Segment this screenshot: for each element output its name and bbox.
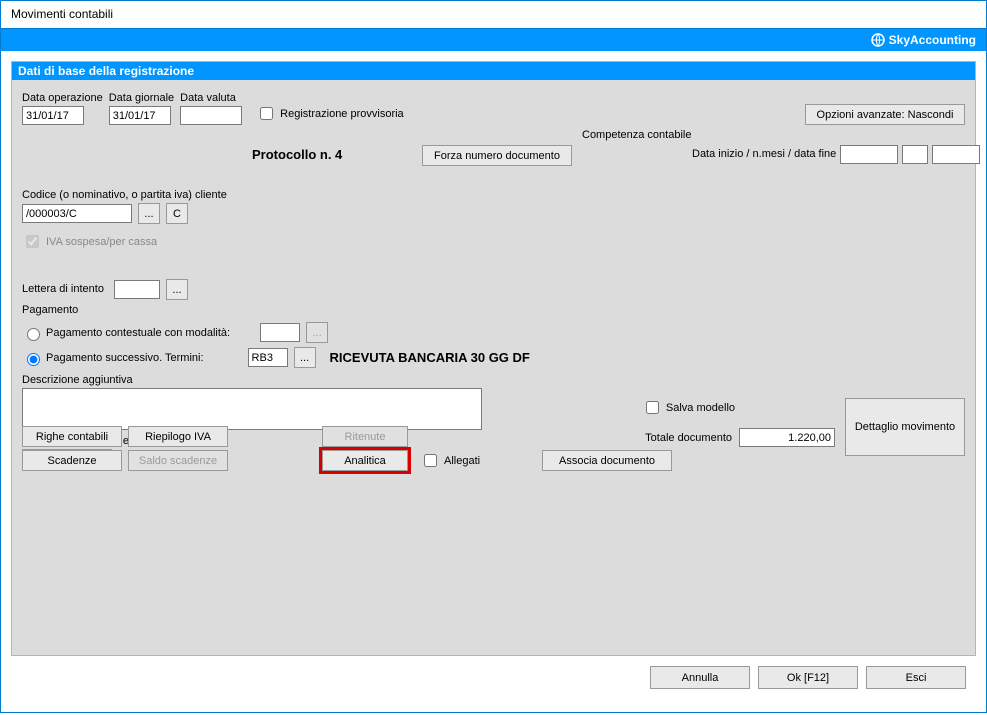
competenza-fine-input[interactable] [932,145,980,164]
allegati-checkbox[interactable] [424,454,437,467]
iva-sospesa-checkbox [26,235,39,248]
window-titlebar: Movimenti contabili [1,1,986,29]
lettera-intento-label: Lettera di intento [22,283,102,295]
opzioni-avanzate-button[interactable]: Opzioni avanzate: Nascondi [805,104,965,125]
ritenute-button: Ritenute [322,426,408,447]
pagamento-contestuale-radio[interactable] [27,328,40,341]
allegati-label: Allegati [444,455,480,467]
data-giornale-label: Data giornale [109,92,174,104]
scadenze-button[interactable]: Scadenze [22,450,122,471]
pagamento-successivo-label: Pagamento successivo. Termini: [46,352,204,364]
competenza-label: Data inizio / n.mesi / data fine [692,148,836,160]
esci-button[interactable]: Esci [866,666,966,689]
pagamento-successivo-desc: RICEVUTA BANCARIA 30 GG DF [330,350,530,365]
forza-documento-button[interactable]: Forza numero documento [422,145,572,166]
lettera-intento-browse-button[interactable]: ... [166,279,188,300]
competenza-mesi-input[interactable] [902,145,928,164]
brand-name: SkyAccounting [889,33,976,47]
associa-documento-button[interactable]: Associa documento [542,450,672,471]
righe-contabili-button[interactable]: Righe contabili [22,426,122,447]
pagamento-contestuale-input [260,323,300,342]
data-operazione-input[interactable] [22,106,84,125]
pagamento-contestuale-label: Pagamento contestuale con modalità: [46,327,230,339]
annulla-button[interactable]: Annulla [650,666,750,689]
lettera-intento-input[interactable] [114,280,160,299]
pagamento-successivo-browse-button[interactable]: ... [294,347,316,368]
window-title: Movimenti contabili [11,7,113,21]
salva-modello-checkbox[interactable] [646,401,659,414]
registrazione-provvisoria-label: Registrazione provvisoria [280,108,404,120]
analitica-button[interactable]: Analitica [322,450,408,471]
descrizione-label: Descrizione aggiuntiva [22,374,965,386]
protocollo-label: Protocollo n. 4 [252,147,342,162]
pagamento-successivo-radio-wrap[interactable]: Pagamento successivo. Termini: [22,350,204,366]
saldo-scadenze-button: Saldo scadenze [128,450,228,471]
competenza-header: Competenza contabile [582,129,691,141]
totale-label: Totale documento [645,432,732,444]
totale-input[interactable] [739,428,835,447]
riepilogo-iva-button[interactable]: Riepilogo IVA [128,426,228,447]
salva-modello-label: Salva modello [666,402,735,414]
pagamento-successivo-radio[interactable] [27,353,40,366]
pagamento-contestuale-radio-wrap[interactable]: Pagamento contestuale con modalità: [22,325,230,341]
pagamento-successivo-input[interactable] [248,348,288,367]
brand-bar: SkyAccounting [1,29,986,51]
pagamento-header: Pagamento [22,304,965,316]
ok-button[interactable]: Ok [F12] [758,666,858,689]
codice-cliente-input[interactable] [22,204,132,223]
codice-cliente-label: Codice (o nominativo, o partita iva) cli… [22,189,965,201]
data-valuta-label: Data valuta [180,92,242,104]
codice-cliente-browse-button[interactable]: ... [138,203,160,224]
section-header: Dati di base della registrazione [12,62,975,80]
data-valuta-input[interactable] [180,106,242,125]
registrazione-provvisoria-checkbox[interactable] [260,107,273,120]
iva-sospesa-label: IVA sospesa/per cassa [46,236,157,248]
dettaglio-movimento-button[interactable]: Dettaglio movimento [845,398,965,456]
competenza-inizio-input[interactable] [840,145,898,164]
data-giornale-input[interactable] [109,106,171,125]
codice-cliente-c-button[interactable]: C [166,203,188,224]
pagamento-contestuale-browse-button: ... [306,322,328,343]
data-operazione-label: Data operazione [22,92,103,104]
globe-icon [871,33,885,47]
